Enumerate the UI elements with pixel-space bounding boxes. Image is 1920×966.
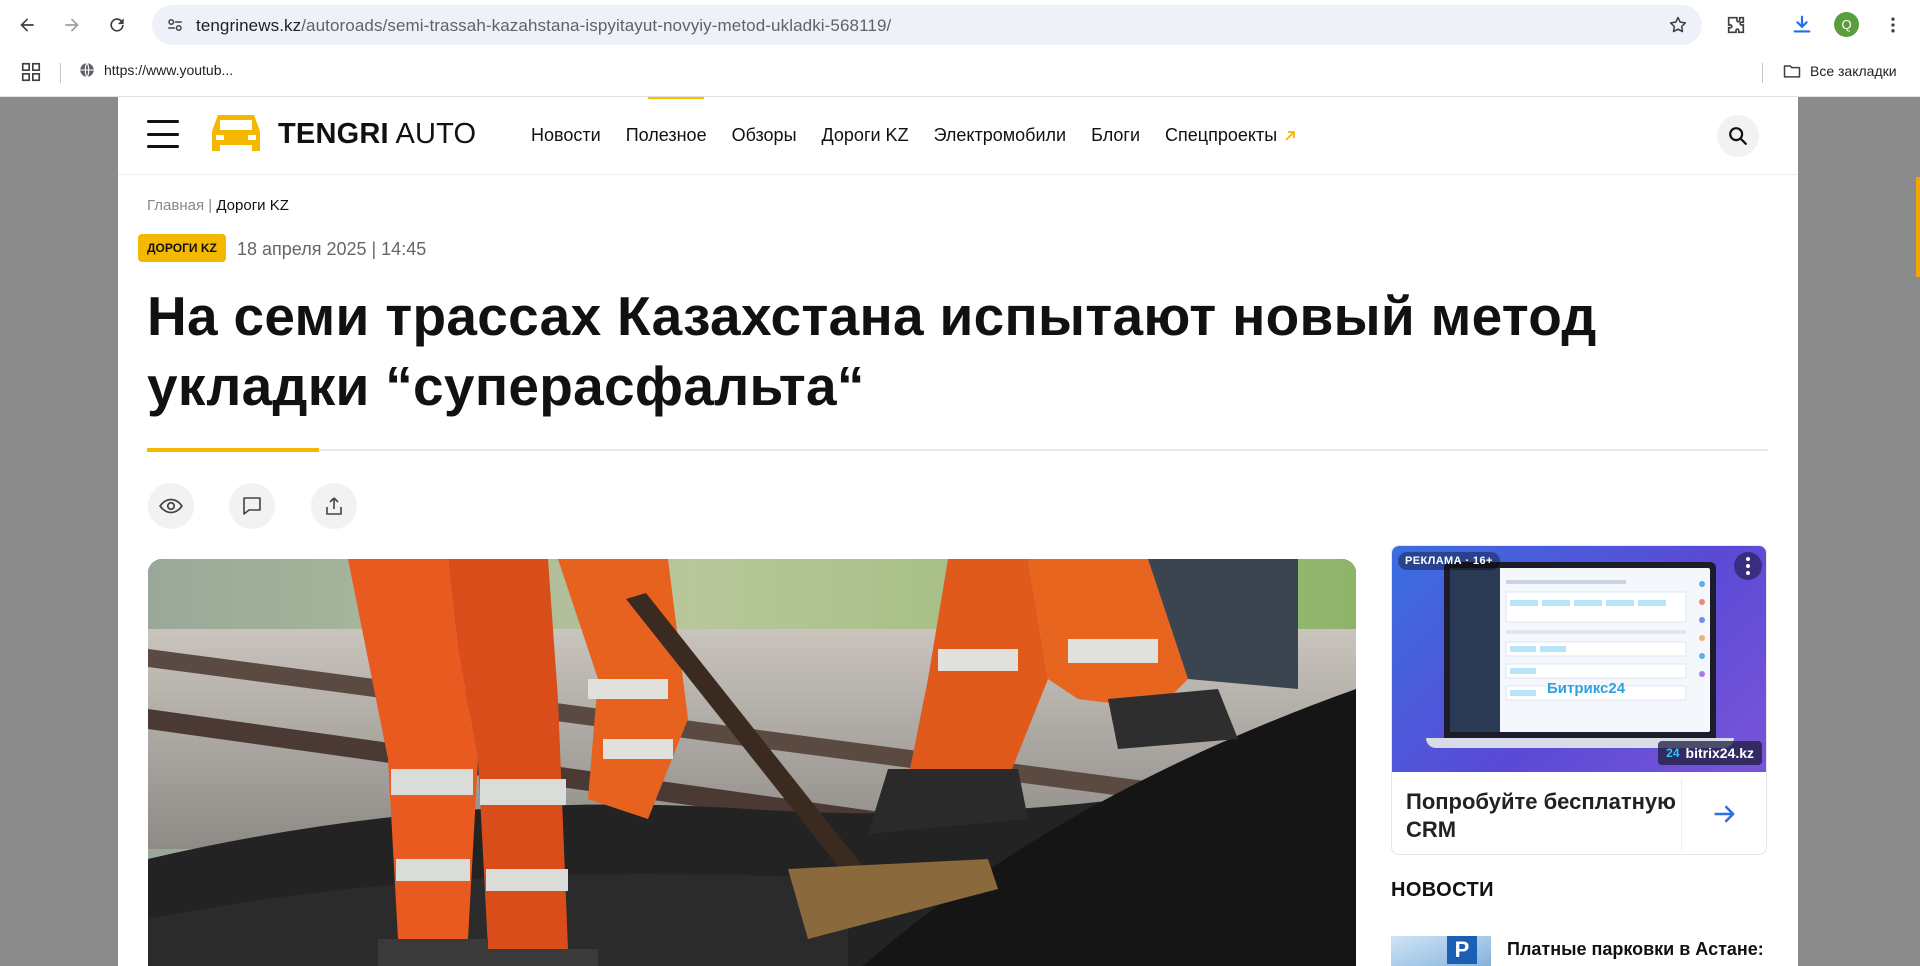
share-icon	[326, 497, 342, 515]
hamburger-bar	[147, 120, 179, 123]
bookmarks-bar: https://www.youtub... Все закладки	[0, 49, 1920, 97]
browser-toolbar: tengrinews.kz/autoroads/semi-trassah-kaz…	[0, 0, 1920, 49]
news-item-title[interactable]: Платные парковки в Астане:	[1507, 939, 1764, 960]
asphalt-workers-photo	[148, 559, 1356, 966]
ad-menu-button[interactable]	[1734, 552, 1762, 580]
profile-avatar[interactable]: Q	[1834, 12, 1859, 37]
breadcrumb: Главная | Дороги KZ	[147, 197, 289, 214]
reload-icon	[110, 18, 124, 32]
breadcrumb-current[interactable]: Дороги KZ	[216, 197, 289, 214]
all-bookmarks-label: Все закладки	[1810, 63, 1897, 79]
nav-item-electric-cars[interactable]: Электромобили	[934, 125, 1067, 146]
article-hero-image	[148, 559, 1356, 966]
logo-text-light: AUTO	[395, 117, 477, 150]
laptop-sidebar	[1450, 568, 1500, 732]
puzzle-icon	[1727, 16, 1745, 34]
page-container: TENGRI AUTO Новости Полезное Обзоры Доро…	[118, 97, 1798, 966]
folder-icon	[1783, 65, 1801, 78]
breadcrumb-separator: |	[208, 197, 213, 214]
site-header: TENGRI AUTO Новости Полезное Обзоры Доро…	[118, 97, 1798, 175]
star-icon	[1669, 16, 1687, 33]
back-button[interactable]	[10, 8, 44, 42]
car-logo-icon	[212, 115, 260, 151]
hamburger-bar	[147, 132, 179, 136]
header-accent-line	[648, 97, 704, 99]
breadcrumb-home[interactable]: Главная	[147, 197, 204, 214]
url-host: tengrinews.kz	[196, 16, 302, 35]
article-date: 18 апреля 2025 | 14:45	[237, 239, 427, 259]
title-divider-accent	[147, 448, 319, 452]
share-button[interactable]	[311, 483, 357, 529]
category-badge[interactable]: ДОРОГИ KZ	[138, 234, 226, 262]
news-section-heading: НОВОСТИ	[1391, 879, 1494, 901]
external-arrow-icon	[1285, 130, 1296, 141]
title-divider	[147, 449, 1768, 451]
news-item-thumbnail[interactable]: P	[1391, 936, 1491, 966]
views-button[interactable]	[148, 483, 194, 529]
laptop-screen	[1450, 568, 1710, 732]
ad-menu-dot	[1746, 557, 1750, 561]
arrow-left-icon	[20, 18, 34, 32]
arrow-right-icon	[65, 18, 79, 32]
crm-screen-mockup	[1505, 580, 1705, 701]
eye-icon	[159, 498, 183, 514]
all-bookmarks-button[interactable]: Все закладки	[1782, 61, 1897, 81]
ad-domain[interactable]: 24 bitrix24.kz	[1658, 741, 1762, 765]
nav-item-blogs[interactable]: Блоги	[1091, 125, 1140, 146]
hamburger-bar	[147, 145, 179, 148]
url-path: /autoroads/semi-trassah-kazahstana-ispyi…	[301, 16, 892, 35]
logo-text: TENGRI AUTO	[278, 118, 476, 151]
forward-button[interactable]	[55, 8, 89, 42]
search-icon	[1729, 127, 1747, 145]
ad-domain-label: bitrix24.kz	[1685, 745, 1754, 761]
site-settings-icon[interactable]	[164, 14, 186, 36]
ad-arrow-button[interactable]	[1681, 778, 1766, 850]
logo-text-bold: TENGRI	[278, 117, 389, 150]
main-nav: Новости Полезное Обзоры Дороги KZ Электр…	[531, 125, 1322, 146]
address-bar[interactable]: tengrinews.kz/autoroads/semi-trassah-kaz…	[152, 5, 1702, 45]
bookmarks-separator	[60, 63, 61, 83]
ad-label: РЕКЛАМА · 16+	[1398, 552, 1500, 570]
bookmarks-separator-right	[1762, 63, 1763, 83]
bookmark-youtube[interactable]: https://www.youtub...	[78, 61, 233, 79]
bitrix-mark-icon: 24	[1666, 746, 1680, 760]
nav-item-roads-kz[interactable]: Дороги KZ	[822, 125, 909, 146]
ad-menu-dot	[1746, 564, 1750, 568]
browser-menu-button[interactable]	[1876, 8, 1910, 42]
nav-item-special-projects[interactable]: Спецпроекты	[1165, 125, 1297, 146]
parking-sign-icon: P	[1447, 936, 1477, 964]
url-text: tengrinews.kz/autoroads/semi-trassah-kaz…	[196, 16, 891, 36]
hamburger-menu-button[interactable]	[147, 120, 179, 148]
downloads-button[interactable]	[1785, 8, 1819, 42]
nav-item-reviews[interactable]: Обзоры	[732, 125, 797, 146]
download-icon	[1793, 15, 1811, 33]
page-viewport: TENGRI AUTO Новости Полезное Обзоры Доро…	[0, 97, 1920, 966]
extensions-button[interactable]	[1719, 8, 1753, 42]
scrollbar-thumb[interactable]	[1916, 177, 1920, 277]
laptop-illustration	[1444, 562, 1716, 738]
site-logo[interactable]: TENGRI AUTO	[208, 111, 476, 157]
ad-brand-logo: Битрикс24	[1547, 680, 1626, 697]
comment-icon	[243, 497, 261, 515]
globe-icon	[80, 62, 94, 78]
nav-item-news[interactable]: Новости	[531, 125, 601, 146]
search-button[interactable]	[1717, 115, 1759, 157]
ad-visual: Битрикс24 РЕКЛАМА · 16+ 24 bitrix24.kz	[1392, 546, 1766, 772]
apps-grid-button[interactable]	[20, 61, 44, 85]
page-scrollbar[interactable]	[1904, 97, 1920, 966]
comments-button[interactable]	[229, 483, 275, 529]
reload-button[interactable]	[100, 8, 134, 42]
arrow-right-icon	[1713, 805, 1734, 823]
ad-card[interactable]: Битрикс24 РЕКЛАМА · 16+ 24 bitrix24.kz П…	[1391, 545, 1767, 855]
nav-item-useful[interactable]: Полезное	[626, 125, 707, 146]
bookmark-star-button[interactable]	[1666, 13, 1690, 37]
ad-text: Попробуйте бесплатную CRM	[1406, 789, 1676, 842]
nav-item-special-projects-label: Спецпроекты	[1165, 125, 1278, 145]
kebab-menu-icon	[1891, 17, 1895, 33]
article-title: На семи трассах Казахстана испытают новы…	[147, 285, 1597, 417]
bookmark-label: https://www.youtub...	[104, 62, 234, 78]
ad-menu-dot	[1746, 571, 1750, 575]
apps-grid-icon	[21, 62, 41, 82]
